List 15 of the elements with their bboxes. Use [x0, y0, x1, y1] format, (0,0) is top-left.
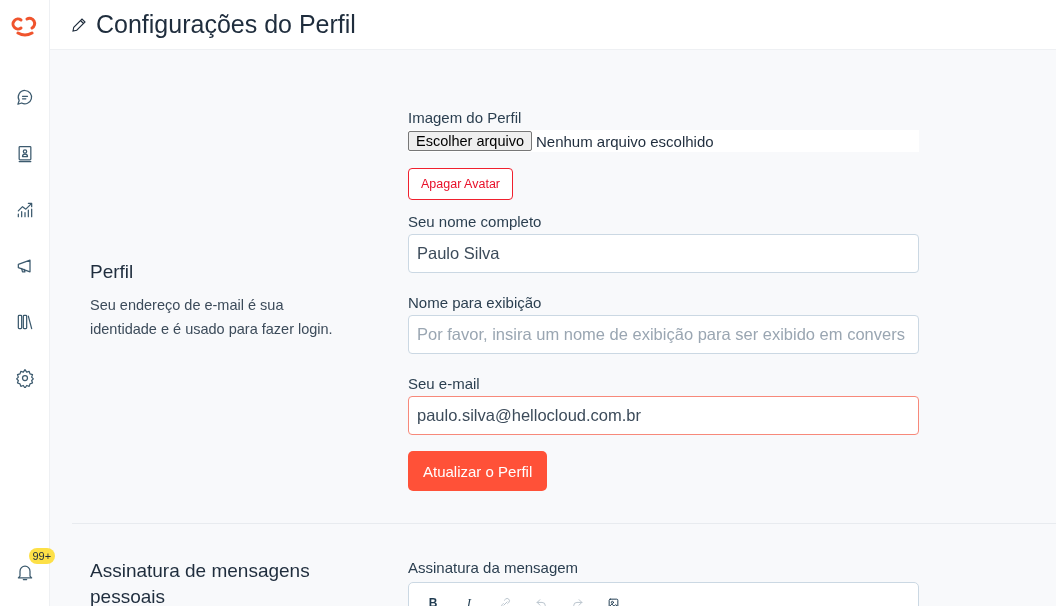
- input-field[interactable]: paulo.silva@hellocloud.com.br: [408, 396, 919, 435]
- file-status: Nenhum arquivo escolhido: [536, 132, 714, 150]
- field-label: Assinatura da mensagem: [408, 558, 580, 578]
- input-field[interactable]: Paulo Silva: [408, 234, 919, 273]
- page-title: Configurações do Perfil: [96, 10, 356, 39]
- delete-avatar-button[interactable]: Apagar Avatar: [408, 168, 513, 200]
- section-description: Seu endereço de e-mail é sua identidade e é usado para fazer login.: [90, 295, 334, 339]
- field-label: Nome para exibição: [408, 293, 543, 313]
- input-field[interactable]: Por favor, insira um nome de exibição para ser exibido em convers: [408, 315, 919, 354]
- field-label: Seu nome completo: [408, 212, 543, 232]
- choose-file-button[interactable]: Escolher arquivo: [408, 131, 532, 151]
- field-label: Imagem do Perfil: [408, 108, 523, 128]
- notification-badge: 99+: [28, 548, 56, 564]
- field-label: Seu e-mail: [408, 374, 481, 394]
- section-title: Perfil: [90, 259, 135, 284]
